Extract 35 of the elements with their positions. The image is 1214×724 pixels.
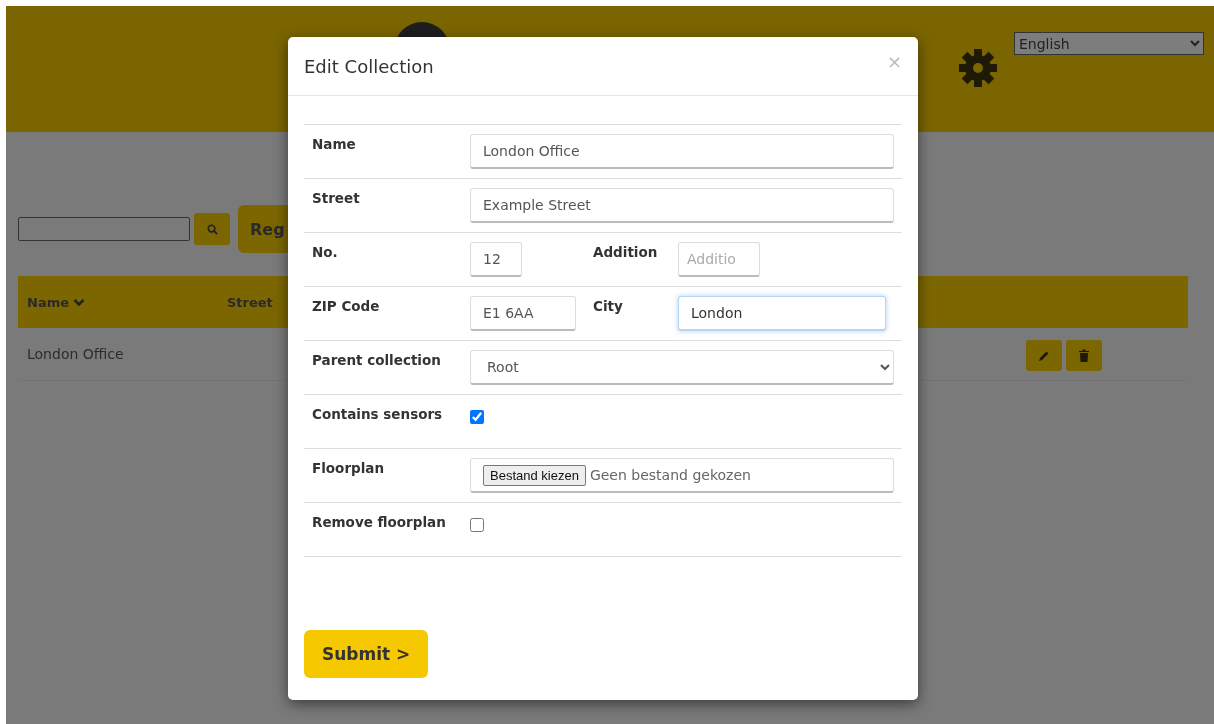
language-select[interactable]: English <box>1014 32 1204 55</box>
field-label: Addition <box>593 243 659 262</box>
search-icon <box>206 223 218 235</box>
field-label: ZIP Code <box>311 297 381 316</box>
settings-icon[interactable] <box>958 48 998 88</box>
field-label: Parent collection <box>311 351 442 370</box>
input-field[interactable]: Additio <box>678 242 760 277</box>
edit-button[interactable] <box>1026 340 1062 371</box>
table-cell: London Office <box>27 346 124 362</box>
field-label: No. <box>311 243 339 262</box>
delete-button[interactable] <box>1066 340 1102 371</box>
file-status: Geen bestand gekozen <box>589 467 751 483</box>
input-field[interactable]: London Office <box>470 134 894 169</box>
field-label: Street <box>311 189 361 208</box>
search-field[interactable] <box>18 217 190 241</box>
select-field[interactable]: Root <box>470 350 894 385</box>
field-label: Floorplan <box>311 459 386 478</box>
field-label: Name <box>311 135 357 154</box>
choose-file-button[interactable]: Bestand kiezen <box>483 464 586 486</box>
checkbox[interactable] <box>470 518 484 532</box>
field-label: City <box>593 297 624 316</box>
input-field[interactable]: Example Street <box>470 188 894 223</box>
input-field[interactable]: E1 6AA <box>470 296 576 331</box>
field-label: Remove floorplan <box>311 513 447 532</box>
trash-icon <box>1079 349 1089 362</box>
checkbox[interactable] <box>470 410 484 424</box>
file-field[interactable]: Bestand kiezen Geen bestand gekozen <box>470 458 894 493</box>
pencil-icon <box>1038 349 1050 362</box>
search-button[interactable] <box>194 213 230 245</box>
input-field[interactable]: 12 <box>470 242 522 277</box>
input-field[interactable]: London <box>678 296 886 331</box>
field-label: Contains sensors <box>311 405 444 424</box>
dialog-title: Edit Collection <box>304 55 434 77</box>
chevron-down-icon <box>73 297 85 307</box>
submit-button[interactable]: Submit > <box>304 630 429 678</box>
